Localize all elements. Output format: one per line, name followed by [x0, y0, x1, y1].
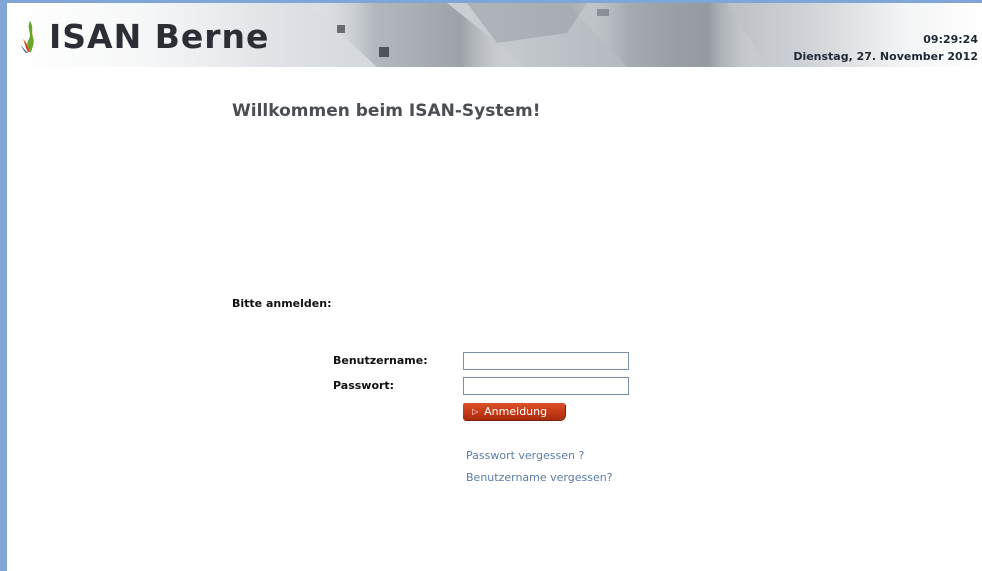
datetime-display: 09:29:24 Dienstag, 27. November 2012 — [793, 31, 978, 65]
login-prompt: Bitte anmelden: — [232, 297, 332, 310]
left-frame-border — [0, 0, 7, 571]
forgot-username-link[interactable]: Benutzername vergessen? — [466, 471, 613, 484]
header-banner: ISAN Berne 09:29:24 Dienstag, 27. Novemb… — [7, 3, 982, 67]
clock-date: Dienstag, 27. November 2012 — [793, 50, 978, 63]
clock-time: 09:29:24 — [923, 33, 978, 46]
password-label: Passwort: — [333, 379, 395, 392]
play-arrow-icon: ▷ — [472, 407, 479, 416]
username-label: Benutzername: — [333, 354, 428, 367]
logo-flame-icon — [21, 21, 34, 53]
banner-photo — [307, 3, 767, 67]
login-button[interactable]: ▷ Anmeldung — [463, 403, 565, 420]
username-input[interactable] — [463, 352, 629, 370]
login-button-label: Anmeldung — [484, 405, 548, 418]
page: ISAN Berne 09:29:24 Dienstag, 27. Novemb… — [0, 0, 982, 571]
welcome-heading: Willkommen beim ISAN-System! — [232, 101, 541, 121]
isan-logo: ISAN Berne — [19, 19, 269, 55]
forgot-password-link[interactable]: Passwort vergessen ? — [466, 449, 584, 462]
logo-text: ISAN Berne — [49, 17, 270, 56]
password-input[interactable] — [463, 377, 629, 395]
